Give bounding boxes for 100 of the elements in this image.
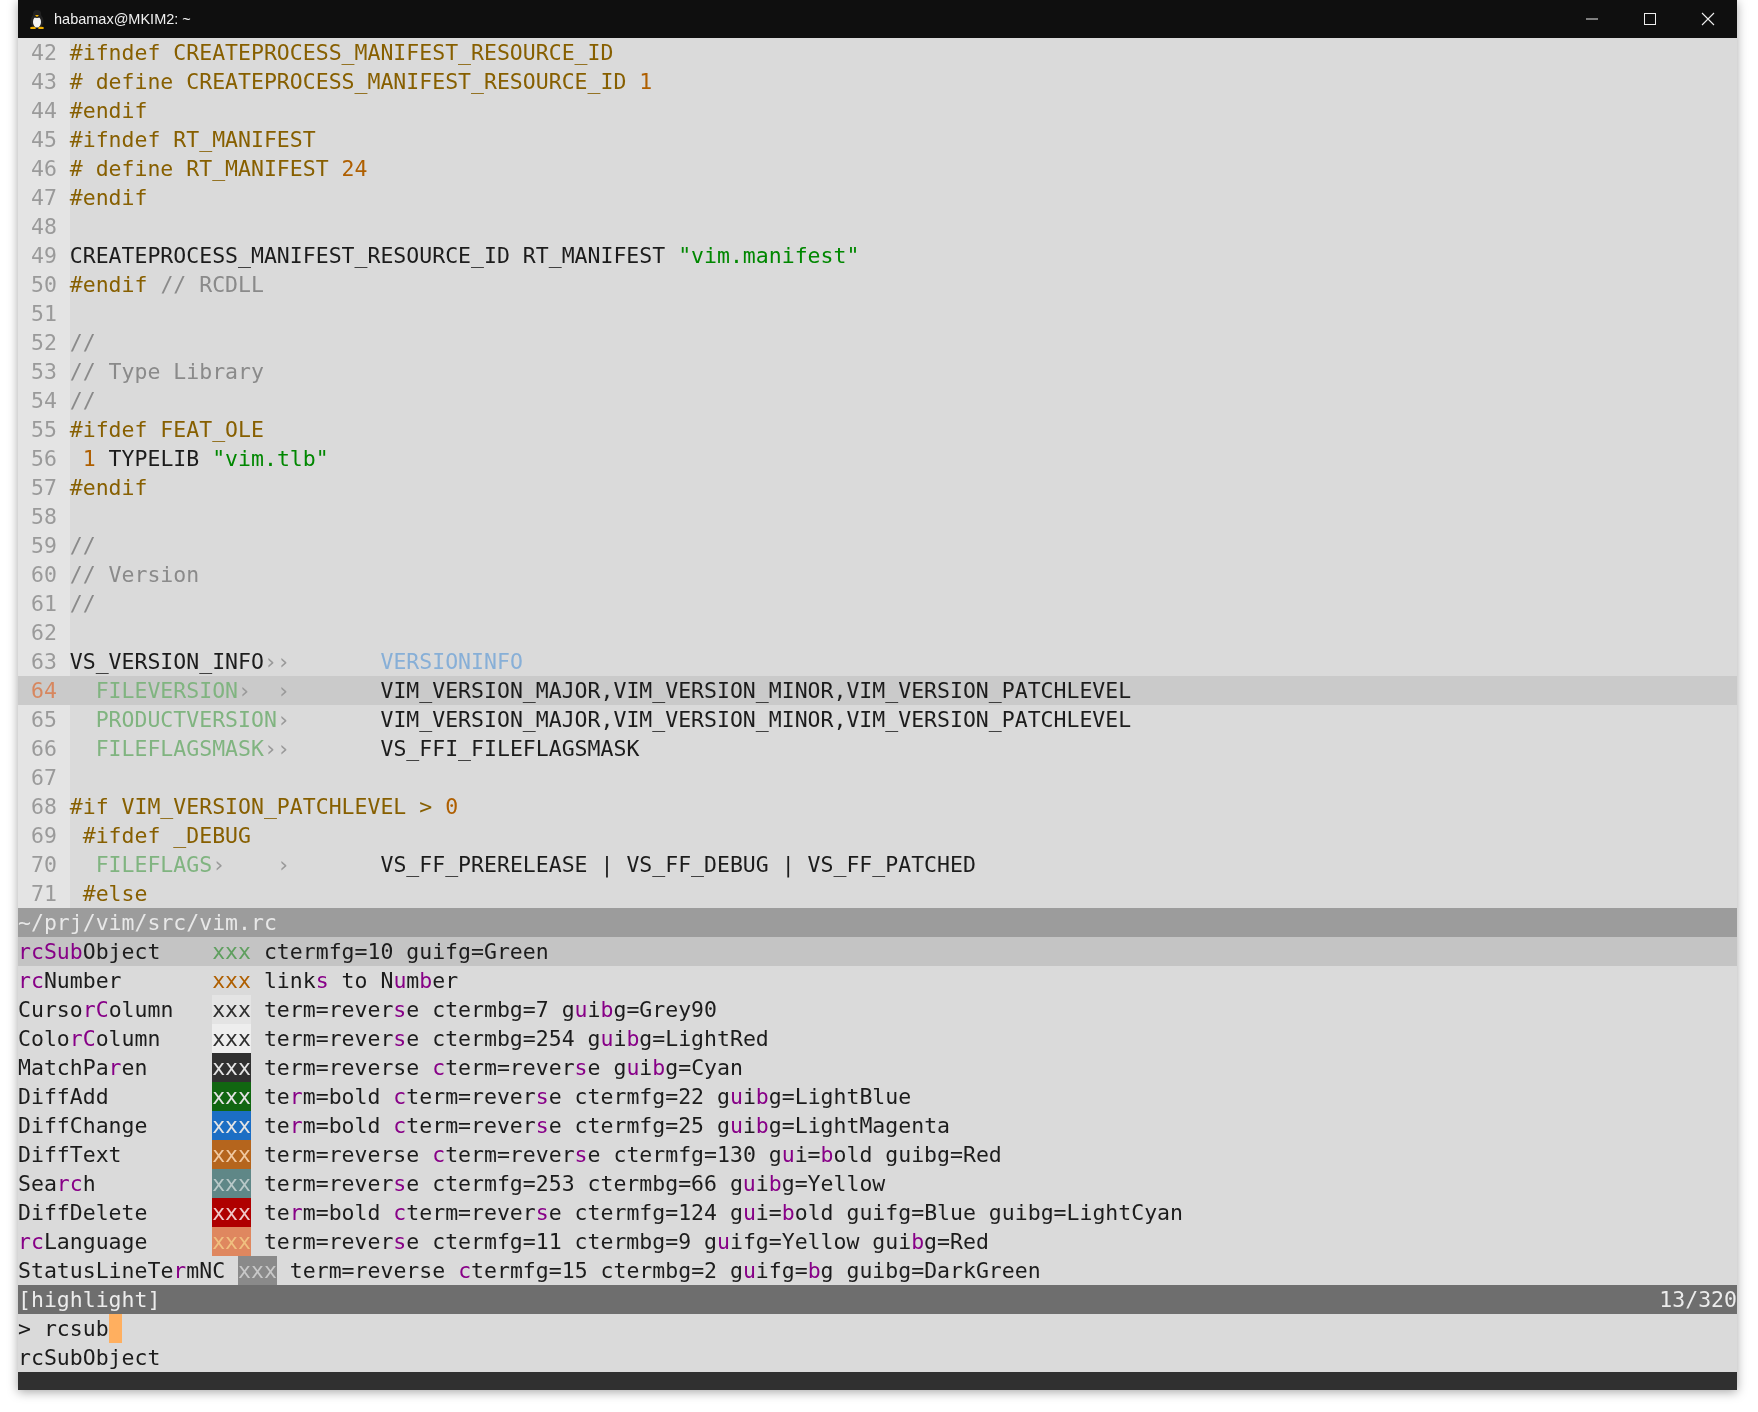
code-line: FILEVERSION› › VIM_VERSION_MAJOR,VIM_VERSION_MINOR,VIM_VERSION_PATCHLEVEL xyxy=(94,678,1132,703)
list-row[interactable]: DiffText xxx term=reverse cterm=reverse ctermfg=130 gui=bold guibg=Red xyxy=(18,1140,1737,1169)
line-number: 71 xyxy=(18,879,70,908)
code-line: #else xyxy=(81,881,148,906)
group-name: StatusLineTe rmNC xyxy=(18,1258,226,1283)
prompt-symbol: > xyxy=(18,1315,32,1343)
line-number: 53 xyxy=(18,357,70,386)
code-line: // xyxy=(69,330,96,355)
list-row[interactable]: rcNumber xxx links to Number xyxy=(18,966,1737,995)
code-line: FILEFLAGSMASK›› VS_FFI_FILEFLAGSMASK xyxy=(94,736,640,761)
line-number: 49 xyxy=(18,241,70,270)
search-input[interactable]: rcsub xyxy=(43,1314,109,1343)
code-line: // xyxy=(69,591,96,616)
list-row[interactable]: MatchPa ren xxx term=reverse cterm=reverse guibg=Cyan xyxy=(18,1053,1737,1082)
list-row[interactable]: DiffAdd xxx term=bold cterm=reverse ctermfg=22 guibg=LightBlue xyxy=(18,1082,1737,1111)
code-line: FILEFLAGS› › VS_FF_PRERELEASE | VS_FF_DEBUG | VS_FF_PATCHED xyxy=(94,852,976,877)
group-name: DiffDelete xyxy=(18,1200,148,1225)
line-number: 68 xyxy=(18,792,70,821)
group-name: DiffText xyxy=(18,1142,122,1167)
list-row[interactable]: Sea rch xxx term=reverse ctermfg=253 ctermbg=66 guibg=Yellow xyxy=(18,1169,1737,1198)
line-number: 67 xyxy=(18,763,70,792)
line-number: 62 xyxy=(18,618,70,647)
highlight-definition: term=reverse cterm=reverse ctermfg=130 gui=bold guibg=Red xyxy=(263,1141,1002,1169)
text-cursor xyxy=(108,1314,122,1343)
group-name: CursorColumn xyxy=(18,997,174,1022)
line-number: 54 xyxy=(18,386,70,415)
list-row[interactable]: rcLanguage xxx term=reverse ctermfg=11 ctermbg=9 guifg=Yellow guibg=Red xyxy=(18,1227,1737,1256)
highlight-definition: term=reverse ctermbg=254 guibg=LightRed xyxy=(263,1025,769,1053)
highlight-definition: term=reverse ctermfg=253 ctermbg=66 guibg=Yellow xyxy=(263,1170,886,1198)
color-sample: xxx xyxy=(212,967,251,995)
code-line: #ifndef CREATEPROCESS_MANIFEST_RESOURCE_ID xyxy=(69,40,614,65)
list-row[interactable]: CursorColumn xxx term=reverse ctermbg=7 guibg=Grey90 xyxy=(18,995,1737,1024)
group-name: ColorColumn xyxy=(18,1026,161,1051)
result-item[interactable]: rcSubObject xyxy=(18,1345,161,1370)
group-name: rcNumber xyxy=(18,968,122,993)
highlight-definition: term=reverse ctermfg=15 ctermbg=2 guifg=bg guibg=DarkGreen xyxy=(289,1257,1041,1285)
line-number: 69 xyxy=(18,821,70,850)
color-sample: xxx xyxy=(212,1053,251,1082)
group-name: rcLanguage xyxy=(18,1229,148,1254)
highlight-definition: links to Number xyxy=(263,967,459,995)
line-number: 46 xyxy=(18,154,70,183)
color-sample: xxx xyxy=(212,1227,251,1256)
group-name: MatchPa ren xyxy=(18,1055,148,1080)
code-line: // Version xyxy=(69,562,200,587)
group-name: DiffAdd xyxy=(18,1084,109,1109)
code-line: # define CREATEPROCESS_MANIFEST_RESOURCE_ID 1 xyxy=(69,69,653,94)
code-line: #ifdef _DEBUG xyxy=(81,823,251,848)
window-title: habamax@MKIM2: ~ xyxy=(54,11,191,27)
close-icon xyxy=(1701,12,1715,26)
code-line: #endif xyxy=(69,98,148,123)
line-number: 44 xyxy=(18,96,70,125)
line-number: 59 xyxy=(18,531,70,560)
file-path: ~/prj/vim/src/vim.rc xyxy=(18,910,277,935)
highlight-definition: term=reverse ctermfg=11 ctermbg=9 guifg=Yellow guibg=Red xyxy=(263,1228,989,1256)
line-number: 47 xyxy=(18,183,70,212)
code-line: // xyxy=(69,533,96,558)
line-number: 43 xyxy=(18,67,70,96)
list-row[interactable]: DiffChange xxx term=bold cterm=reverse ctermfg=25 guibg=LightMagenta xyxy=(18,1111,1737,1140)
line-number: 52 xyxy=(18,328,70,357)
highlight-definition: term=reverse cterm=reverse guibg=Cyan xyxy=(263,1054,743,1082)
line-number: 50 xyxy=(18,270,70,299)
list-row[interactable]: DiffDelete xxx term=bold cterm=reverse ctermfg=124 gui=bold guifg=Blue guibg=LightCyan xyxy=(18,1198,1737,1227)
code-line: #ifdef FEAT_OLE xyxy=(69,417,264,442)
color-sample: xxx xyxy=(212,995,251,1024)
line-number: 58 xyxy=(18,502,70,531)
highlight-definition: term=reverse ctermbg=7 guibg=Grey90 xyxy=(263,996,717,1024)
code-line: VS_VERSION_INFO›› VERSIONINFO xyxy=(69,649,523,674)
list-row[interactable]: rcSubObject xxx ctermfg=10 guifg=Green xyxy=(18,937,1737,966)
highlight-definition: ctermfg=10 guifg=Green xyxy=(263,938,549,966)
code-line: #endif xyxy=(69,475,148,500)
line-number: 61 xyxy=(18,589,70,618)
line-number: 66 xyxy=(18,734,70,763)
maximize-icon xyxy=(1643,12,1657,26)
line-number: 60 xyxy=(18,560,70,589)
highlight-definition: term=bold cterm=reverse ctermfg=25 guibg=LightMagenta xyxy=(263,1112,950,1140)
line-number: 70 xyxy=(18,850,70,879)
code-line: #endif xyxy=(69,185,148,210)
code-line: // Type Library xyxy=(69,359,264,384)
color-sample: xxx xyxy=(238,1256,277,1285)
list-row[interactable]: ColorColumn xxx term=reverse ctermbg=254 guibg=LightRed xyxy=(18,1024,1737,1053)
color-sample: xxx xyxy=(212,1169,251,1198)
code-line: 1 TYPELIB "vim.tlb" xyxy=(81,446,329,471)
code-line: // xyxy=(69,388,96,413)
code-line: #ifndef RT_MANIFEST xyxy=(69,127,316,152)
match-count: 13/320 xyxy=(1659,1286,1737,1314)
color-sample: xxx xyxy=(212,1140,251,1169)
color-sample: xxx xyxy=(212,1111,251,1140)
line-number: 45 xyxy=(18,125,70,154)
color-sample: xxx xyxy=(212,1198,251,1227)
color-sample: xxx xyxy=(212,1082,251,1111)
line-number: 56 xyxy=(18,444,70,473)
status-label: [highlight] xyxy=(18,1286,161,1314)
group-name: Sea rch xyxy=(18,1171,96,1196)
list-row[interactable]: StatusLineTe rmNC xxx term=reverse ctermfg=15 ctermbg=2 guifg=bg guibg=DarkGreen xyxy=(18,1256,1737,1285)
color-sample: xxx xyxy=(212,938,251,966)
code-line: # define RT_MANIFEST 24 xyxy=(69,156,368,181)
group-name: rcSubObject xyxy=(18,939,161,964)
line-number: 55 xyxy=(18,415,70,444)
color-sample: xxx xyxy=(212,1024,251,1053)
line-number: 57 xyxy=(18,473,70,502)
